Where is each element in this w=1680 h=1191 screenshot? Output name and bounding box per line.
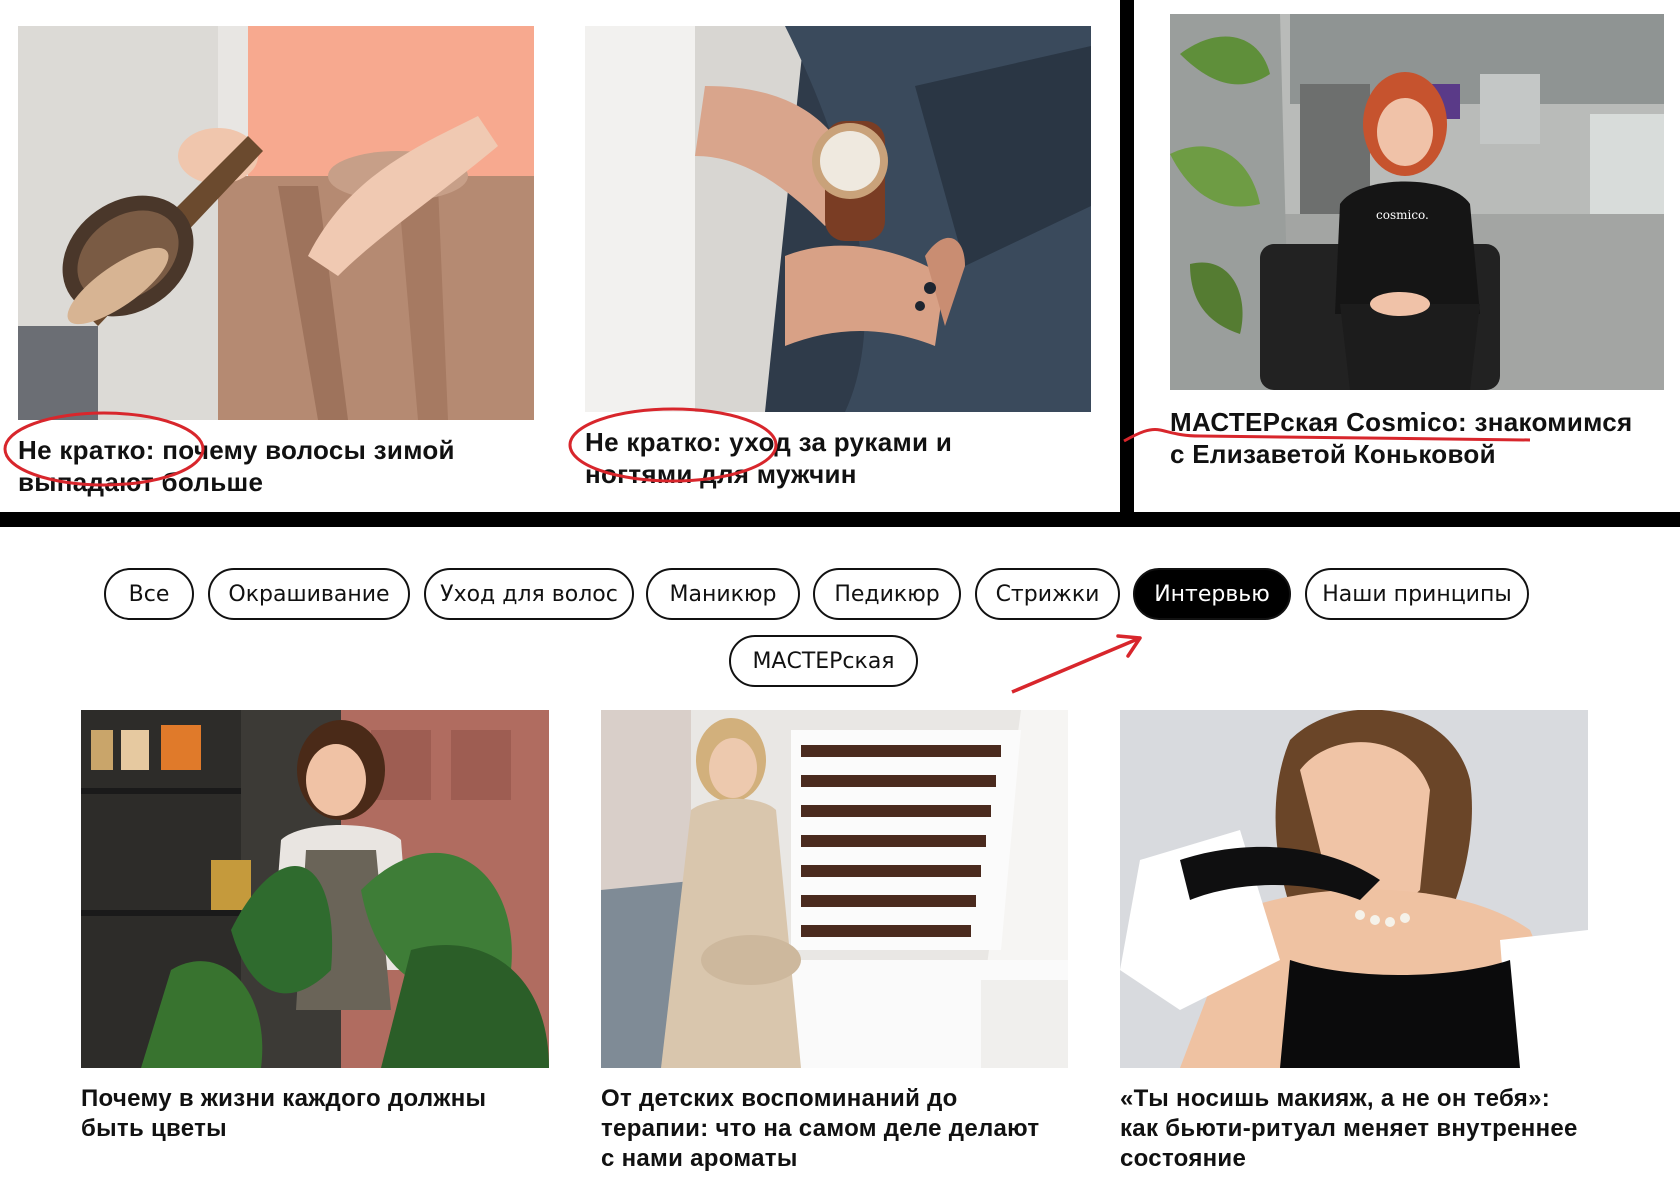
tshirt-logo-text: cosmico.: [1376, 208, 1429, 222]
article-card-hair-loss[interactable]: Не кратко: почему волосы зимой выпадают …: [18, 26, 534, 506]
filter-chip-interview[interactable]: Интервью: [1133, 568, 1291, 620]
article-title[interactable]: Не кратко: почему волосы зимой выпадают …: [18, 434, 498, 498]
article-photo-plants-woman[interactable]: [81, 710, 549, 1068]
article-photo-wristwatch[interactable]: [585, 26, 1091, 412]
article-title[interactable]: «Ты носишь макияж, а не он тебя»: как бь…: [1120, 1084, 1580, 1174]
article-photo-perfume-shelves[interactable]: [601, 710, 1068, 1068]
article-photo-salon-master[interactable]: cosmico.: [1170, 14, 1664, 390]
filter-chip-coloring[interactable]: Окрашивание: [208, 568, 410, 620]
article-title[interactable]: От детских воспоминаний до терапии: что …: [601, 1084, 1051, 1174]
article-card-flowers[interactable]: Почему в жизни каждого должны быть цветы: [81, 710, 549, 1170]
filter-chip-haircuts[interactable]: Стрижки: [975, 568, 1120, 620]
article-title[interactable]: Почему в жизни каждого должны быть цветы: [81, 1084, 531, 1144]
filter-chip-all[interactable]: Все: [104, 568, 194, 620]
arrow-head-icon: [1116, 634, 1142, 658]
article-card-aromas[interactable]: От детских воспоминаний до терапии: что …: [601, 710, 1068, 1172]
article-title[interactable]: Не кратко: уход за руками и ногтями для …: [585, 426, 1065, 490]
article-card-makeup[interactable]: «Ты носишь макияж, а не он тебя»: как бь…: [1120, 710, 1588, 1172]
article-photo-hair-brush[interactable]: [18, 26, 534, 420]
article-card-men-hand-care[interactable]: Не кратко: уход за руками и ногтями для …: [585, 26, 1091, 496]
collage-divider: [0, 512, 1680, 527]
article-card-masterskaya-konkova[interactable]: cosmico. МАСТЕРская Cosmico: знакомимся …: [1170, 14, 1664, 504]
filter-chip-masterskaya[interactable]: МАСТЕРская: [729, 635, 918, 687]
filter-chip-pedicure[interactable]: Педикюр: [813, 568, 961, 620]
filter-chip-principles[interactable]: Наши принципы: [1305, 568, 1529, 620]
article-title[interactable]: МАСТЕРская Cosmico: знакомимся с Елизаве…: [1170, 406, 1640, 470]
top-collage: Не кратко: почему волосы зимой выпадают …: [0, 0, 1680, 527]
filter-chip-hair-care[interactable]: Уход для волос: [424, 568, 634, 620]
article-photo-makeup-portrait[interactable]: [1120, 710, 1588, 1068]
collage-divider: [1120, 0, 1134, 516]
filter-chip-manicure[interactable]: Маникюр: [646, 568, 800, 620]
annotation-arrow: [1011, 636, 1141, 694]
